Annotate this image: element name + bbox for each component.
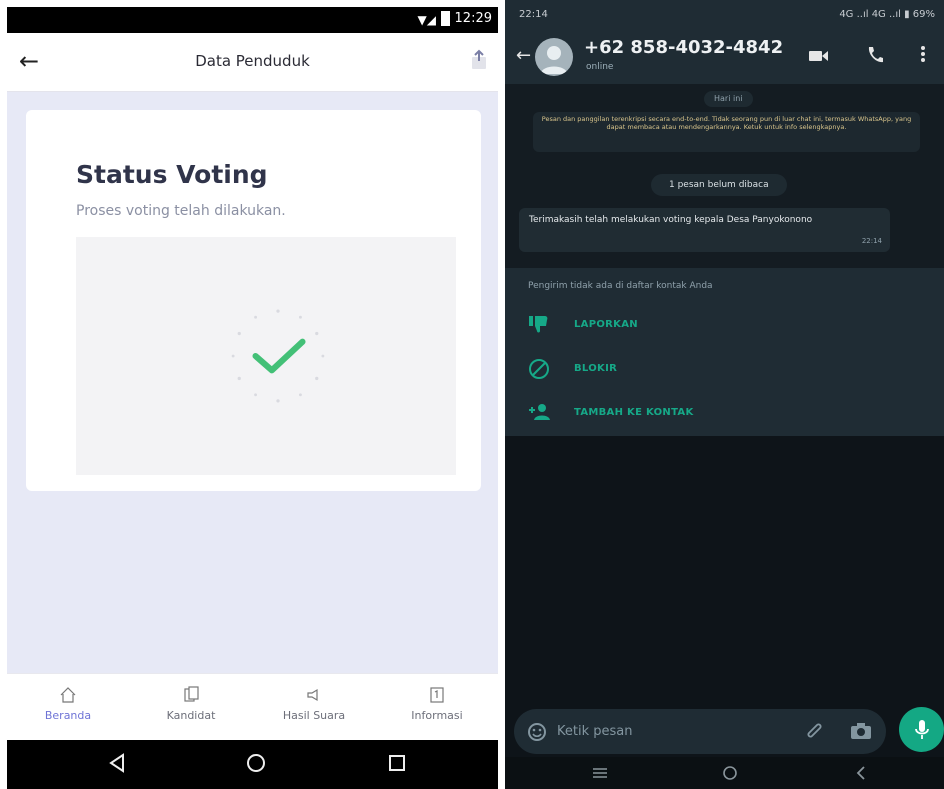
voice-record-button[interactable] — [899, 707, 944, 752]
unread-chip: 1 pesan belum dibaca — [651, 174, 787, 196]
nav-item-kandidat[interactable]: Kandidat — [130, 674, 252, 741]
system-navigation-bar — [7, 740, 498, 789]
status-bar: 22:14 4G ..ıl 4G ..ıl ▮ 69% — [505, 0, 944, 30]
nav-label: Kandidat — [166, 709, 216, 722]
attach-icon[interactable] — [804, 722, 826, 742]
encryption-notice[interactable]: Pesan dan panggilan terenkripsi secara e… — [533, 112, 920, 152]
message-text: Terimakasih telah melakukan voting kepal… — [529, 215, 813, 225]
add-contact-label: TAMBAH KE KONTAK — [574, 407, 694, 418]
battery-icon — [441, 11, 450, 26]
card-title: Status Voting — [76, 160, 268, 189]
bottom-navigation: Beranda Kandidat Hasil Suara Informasi — [7, 673, 498, 741]
megaphone-icon — [307, 688, 318, 702]
back-triangle-icon[interactable] — [107, 752, 127, 774]
page-title: Data Penduduk — [195, 52, 310, 70]
nav-label: Informasi — [411, 709, 463, 722]
emoji-icon[interactable] — [527, 722, 547, 742]
nav-item-informasi[interactable]: Informasi — [376, 674, 498, 741]
nav-label: Hasil Suara — [282, 709, 346, 722]
unknown-sender-panel: Pengirim tidak ada di daftar kontak Anda… — [505, 268, 944, 436]
system-navigation-bar — [505, 757, 944, 789]
app-header: ← Data Penduduk — [7, 33, 498, 92]
nav-item-beranda[interactable]: Beranda — [7, 674, 129, 741]
right-phone-screen: 22:14 4G ..ıl 4G ..ıl ▮ 69% ← +62 858-40… — [505, 0, 944, 789]
card-subtitle: Proses voting telah dilakukan. — [76, 203, 286, 219]
block-label: BLOKIR — [574, 363, 618, 374]
chat-area: Hari ini Pesan dan panggilan terenkripsi… — [505, 84, 944, 276]
recents-lines-icon[interactable] — [591, 767, 609, 779]
message-composer — [514, 709, 886, 754]
contact-name[interactable]: +62 858-4032-4842 — [584, 37, 783, 58]
status-indicators: 4G ..ıl 4G ..ıl ▮ 69% — [839, 9, 935, 20]
home-circle-icon[interactable] — [245, 752, 267, 774]
chat-header: ← +62 858-4032-4842 online — [505, 30, 944, 84]
home-circle-icon[interactable] — [721, 764, 739, 782]
signal-icon: ▼◢ — [417, 13, 436, 27]
home-icon — [60, 687, 76, 703]
date-chip: Hari ini — [704, 91, 753, 107]
report-label: LAPORKAN — [574, 319, 638, 330]
report-button[interactable]: LAPORKAN — [528, 314, 698, 342]
message-bubble[interactable]: Terimakasih telah melakukan voting kepal… — [519, 208, 890, 252]
block-button[interactable]: BLOKIR — [528, 358, 698, 386]
phone-call-icon[interactable] — [866, 45, 884, 65]
status-time: 22:14 — [519, 9, 548, 20]
checkmark-icon — [231, 309, 325, 403]
more-vert-icon[interactable] — [920, 44, 926, 64]
recents-square-icon[interactable] — [387, 752, 407, 774]
info-document-icon — [430, 687, 444, 703]
block-icon — [529, 359, 549, 379]
nav-label: Beranda — [44, 709, 92, 722]
export-icon[interactable] — [470, 49, 488, 71]
arrow-left-icon[interactable]: ← — [516, 45, 531, 66]
add-contact-icon — [529, 404, 550, 420]
back-chevron-icon[interactable] — [855, 765, 867, 781]
add-contact-button[interactable]: TAMBAH KE KONTAK — [528, 402, 748, 430]
camera-icon[interactable] — [850, 721, 872, 741]
status-bar: ▼◢ 12:29 — [7, 7, 498, 33]
message-input[interactable] — [557, 722, 787, 741]
voting-status-card: Status Voting Proses voting telah dilaku… — [26, 110, 481, 491]
unknown-sender-notice: Pengirim tidak ada di daftar kontak Anda — [528, 281, 713, 291]
avatar[interactable] — [535, 38, 573, 76]
thumbs-down-icon — [529, 316, 548, 333]
left-phone-screen: ▼◢ 12:29 ← Data Penduduk Status Voting P… — [7, 7, 498, 789]
success-illustration — [76, 237, 456, 475]
candidate-icon — [184, 686, 199, 702]
nav-item-hasil-suara[interactable]: Hasil Suara — [253, 674, 375, 741]
mic-icon — [915, 720, 929, 739]
contact-status: online — [586, 62, 614, 72]
message-time: 22:14 — [861, 237, 882, 245]
status-time: 12:29 — [454, 11, 492, 26]
video-call-icon[interactable] — [809, 49, 829, 63]
